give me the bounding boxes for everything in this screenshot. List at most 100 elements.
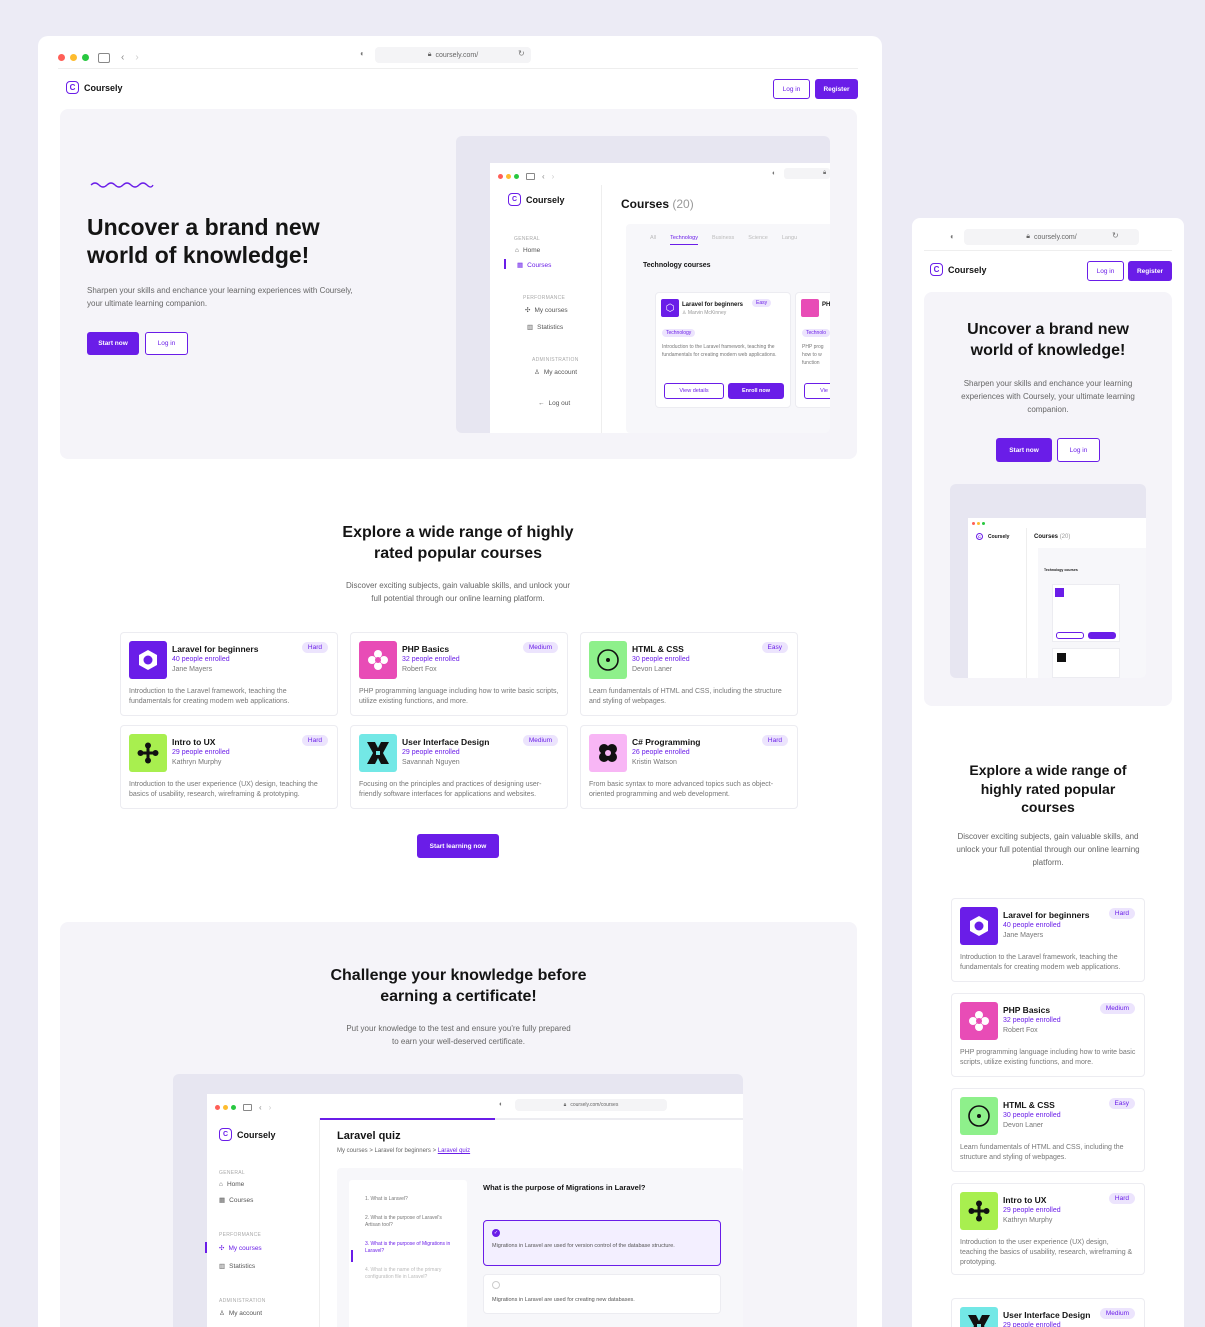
- brand-logo[interactable]: C Coursely: [66, 81, 123, 94]
- mock-nav-account: ♙ My account: [534, 368, 578, 377]
- mobile-hero-section: Uncover a brand new world of knowledge! …: [924, 292, 1172, 706]
- mobile-course-card[interactable]: PHP Basics 32 people enrolled Robert Fox Me…: [951, 993, 1145, 1077]
- address-bar[interactable]: 🔒︎ coursely.com/: [375, 47, 531, 63]
- reload-icon[interactable]: ↻: [518, 49, 525, 58]
- course-title: Intro to UX: [172, 737, 216, 747]
- mobile-hero-title: Uncover a brand new world of knowledge!: [967, 321, 1129, 359]
- mobile-course-card[interactable]: Laravel for beginners 40 people enrolled J…: [951, 898, 1145, 982]
- course-description: PHP programming language including how t…: [359, 688, 559, 705]
- home-icon: ⌂: [515, 247, 519, 254]
- course-description: Introduction to the user experience (UX)…: [129, 781, 318, 798]
- laravel-icon: ⬡: [661, 299, 679, 317]
- course-enrolled: 32 people enrolled: [1003, 1017, 1061, 1024]
- logo-mark-icon: C: [66, 81, 79, 94]
- close-dot[interactable]: [58, 54, 65, 61]
- course-title: User Interface Design: [402, 737, 490, 747]
- mock-course-card: ⬡ Laravel for beginners Easy ♙ Marvin Mc…: [655, 292, 791, 408]
- course-author: Jane Mayers: [1003, 932, 1044, 939]
- mobile-register-button[interactable]: Register: [1128, 261, 1172, 281]
- course-title: PHP Basics: [402, 644, 450, 654]
- course-title: User Interface Design: [1003, 1310, 1091, 1320]
- course-description: Learn fundamentals of HTML and CSS, incl…: [960, 1144, 1124, 1161]
- course-enrolled: 32 people enrolled: [402, 656, 460, 663]
- course-author: Kathryn Murphy: [1003, 1217, 1053, 1224]
- csharp-icon: [589, 734, 627, 772]
- app-preview: ‹ › ◐ 🔒︎ C Coursely GENERAL ⌂ Home ▦ Course…: [456, 136, 830, 433]
- course-card[interactable]: Laravel for beginners 40 people enrolled J…: [120, 632, 338, 716]
- mobile-hero-login-button[interactable]: Log in: [1057, 438, 1100, 462]
- wave-decoration-icon: [90, 182, 154, 188]
- course-card[interactable]: HTML & CSS 30 people enrolled Devon Laner E…: [580, 632, 798, 716]
- course-description: Learn fundamentals of HTML and CSS, incl…: [589, 688, 782, 705]
- html-css-icon: [589, 641, 627, 679]
- course-card[interactable]: Intro to UX 29 people enrolled Kathryn Mur…: [120, 725, 338, 809]
- course-card[interactable]: C# Programming 26 people enrolled Kristin …: [580, 725, 798, 809]
- difficulty-badge: Hard: [301, 642, 328, 653]
- lock-icon: 🔒︎: [427, 51, 432, 58]
- course-author: Jane Mayers: [172, 666, 213, 673]
- mobile-course-card[interactable]: User Interface Design29 people enrolledS…: [951, 1298, 1145, 1327]
- quiz-preview: ‹ › ◐ 🔒︎ coursely.com/courses C Coursely G…: [173, 1074, 743, 1327]
- course-enrolled: 29 people enrolled: [1003, 1207, 1061, 1214]
- challenge-section: Challenge your knowledge before earning …: [60, 922, 857, 1327]
- course-author: Robert Fox: [1003, 1027, 1038, 1034]
- course-card[interactable]: PHP Basics 32 people enrolled Robert Fox Me…: [350, 632, 568, 716]
- user-icon: ♙: [534, 369, 540, 376]
- mock-tabs: All Technology Business Science Langu: [650, 235, 797, 245]
- difficulty-badge: Hard: [301, 735, 328, 746]
- course-enrolled: 29 people enrolled: [1003, 1322, 1061, 1327]
- difficulty-badge: Hard: [1108, 1193, 1135, 1204]
- mobile-start-now-button[interactable]: Start now: [996, 438, 1052, 462]
- mock-nav-my-courses: ✣ My courses: [525, 306, 568, 315]
- quiz-title: Laravel quiz: [337, 1130, 401, 1142]
- course-description: From basic syntax to more advanced topic…: [589, 781, 774, 798]
- ux-icon: [960, 1192, 998, 1230]
- course-title: C# Programming: [632, 737, 701, 747]
- course-author: Kristin Watson: [632, 759, 677, 766]
- mobile-explore-title: Explore a wide range of highly rated pop…: [969, 762, 1127, 815]
- maximize-dot[interactable]: [82, 54, 89, 61]
- mobile-login-button[interactable]: Log in: [1087, 261, 1124, 281]
- ui-design-icon: [359, 734, 397, 772]
- difficulty-badge: Hard: [761, 735, 788, 746]
- quiz-progress-fill: [319, 1118, 495, 1120]
- course-title: Laravel for beginners: [172, 644, 259, 654]
- minimize-dot[interactable]: [70, 54, 77, 61]
- start-now-button[interactable]: Start now: [87, 332, 139, 355]
- hero-login-button[interactable]: Log in: [145, 332, 188, 355]
- course-card[interactable]: User Interface Design 29 people enrolled S…: [350, 725, 568, 809]
- mobile-reload-icon[interactable]: ↻: [1112, 231, 1119, 240]
- ui-design-icon: [960, 1307, 998, 1327]
- mobile-shield-icon: ◐: [950, 232, 955, 241]
- mobile-brand-logo[interactable]: C Coursely: [930, 263, 987, 276]
- php-icon: [960, 1002, 998, 1040]
- mobile-course-card[interactable]: HTML & CSS 30 people enrolled Devon Laner E…: [951, 1088, 1145, 1172]
- user-icon: ♙: [219, 1310, 225, 1317]
- window-controls[interactable]: ‹ ›: [58, 52, 139, 63]
- hero-title: Uncover a brand new world of knowledge!: [87, 214, 320, 268]
- chart-icon: ▥: [219, 1263, 226, 1270]
- sidebar-toggle-icon[interactable]: [98, 52, 110, 63]
- mock-courses-heading: Courses (20): [621, 197, 694, 211]
- logout-icon: ←: [538, 400, 545, 407]
- brand-name: Coursely: [84, 82, 123, 93]
- course-author: Devon Laner: [632, 666, 673, 673]
- mobile-course-card[interactable]: Intro to UX 29 people enrolled Kathryn Mur…: [951, 1183, 1145, 1275]
- course-description: Introduction to the Laravel framework, t…: [129, 688, 290, 705]
- back-icon[interactable]: ‹: [121, 52, 124, 63]
- challenge-title: Challenge your knowledge before earning …: [330, 967, 587, 1005]
- forward-icon[interactable]: ›: [135, 52, 138, 63]
- difficulty-badge: Easy: [761, 642, 788, 653]
- course-description: PHP programming language including how t…: [960, 1049, 1136, 1066]
- chart-icon: ▥: [527, 324, 534, 331]
- radio-checked-icon: ✓: [492, 1229, 500, 1237]
- course-description: Focusing on the principles and practices…: [359, 781, 542, 798]
- challenge-subtitle: Put your knowledge to the test and ensur…: [346, 1024, 571, 1046]
- course-author: Robert Fox: [402, 666, 437, 673]
- mock-nav-logout: ← Log out: [538, 400, 571, 407]
- register-button[interactable]: Register: [815, 79, 858, 99]
- start-learning-button[interactable]: Start learning now: [417, 834, 499, 858]
- login-button[interactable]: Log in: [773, 79, 810, 99]
- difficulty-badge: Easy: [1108, 1098, 1135, 1109]
- quiz-question-list: 1. What is Laravel? 2. What is the purpo…: [365, 1196, 451, 1280]
